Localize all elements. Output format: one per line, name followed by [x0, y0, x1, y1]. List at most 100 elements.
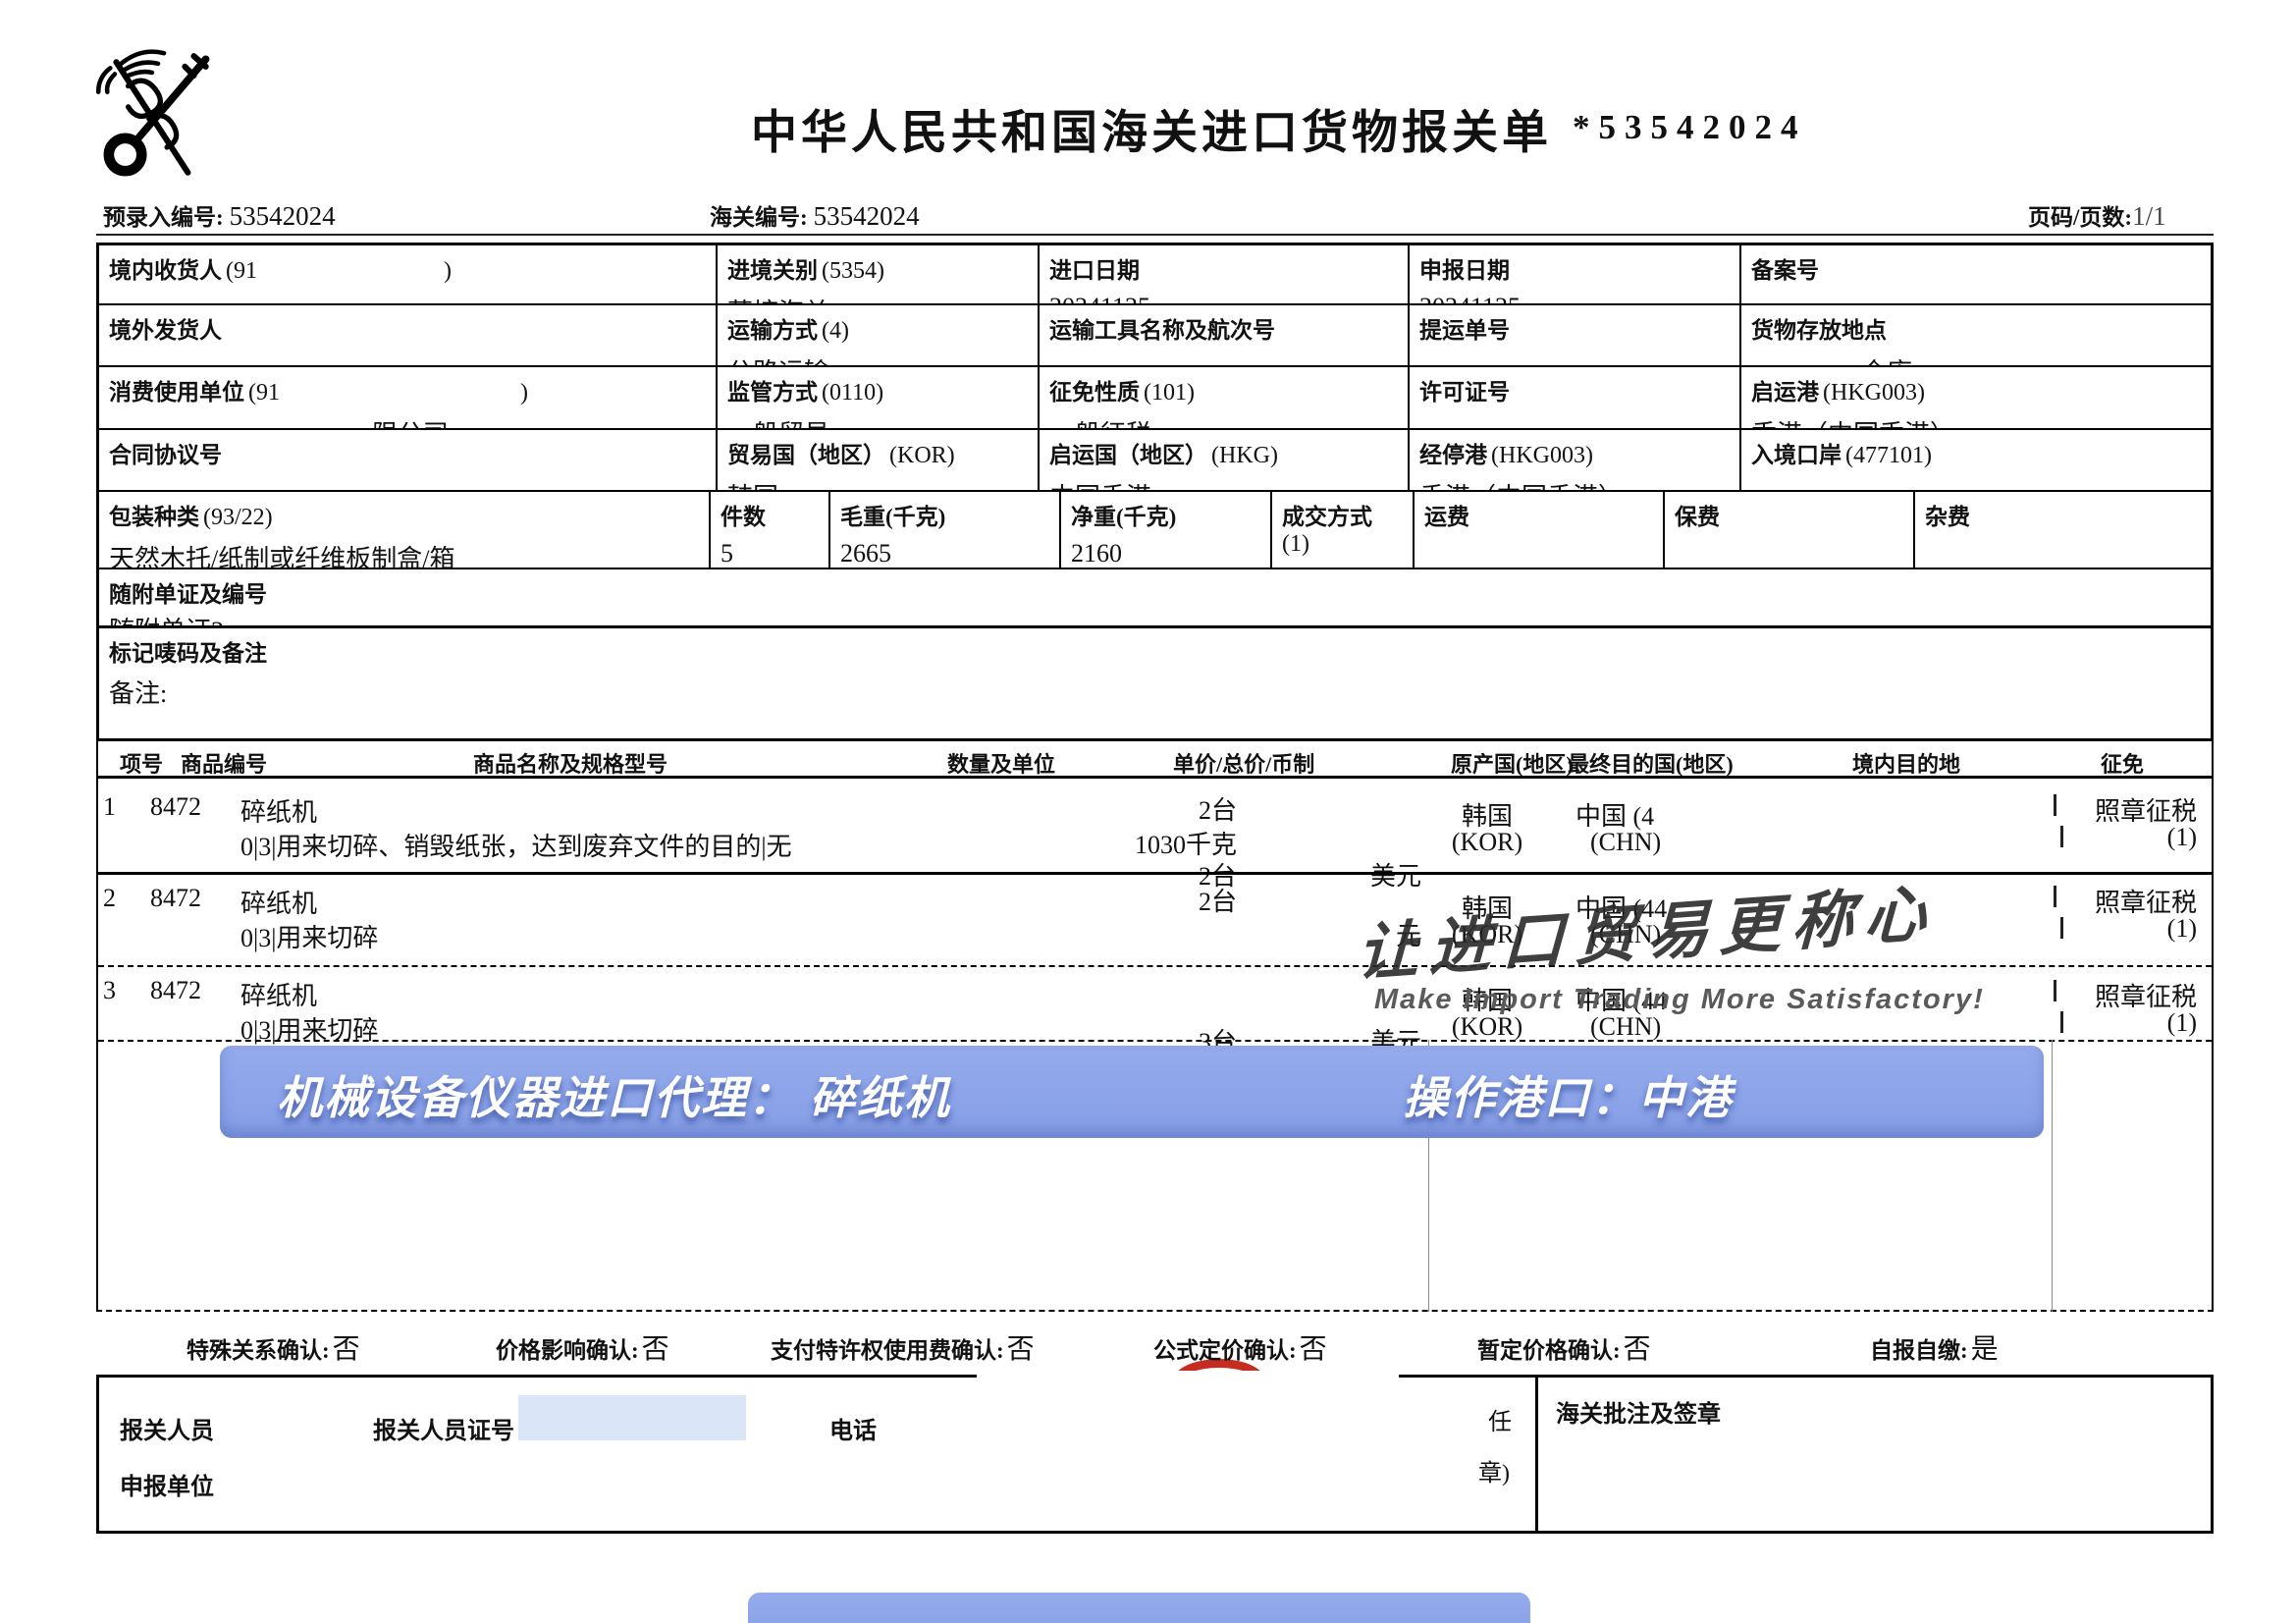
page-count-value: 1/1: [2132, 201, 2166, 231]
confirm-value: 是: [1971, 1327, 1999, 1367]
field-departure-country: 启运国（地区） (HKG) 中国香港: [1040, 430, 1410, 490]
package-count-label: 件数: [721, 505, 766, 529]
import-date-label: 进口日期: [1049, 258, 1140, 283]
field-package-count: 件数 5: [711, 492, 830, 568]
trade-country-code: (KOR): [889, 443, 955, 468]
field-record-number: 备案号: [1741, 245, 2211, 303]
pre-entry-label: 预录入编号:: [103, 205, 224, 230]
field-consumer-unit: 消费使用单位 (91) 限公司: [99, 367, 718, 428]
masked-text-fragment: [2054, 980, 2056, 1001]
item2-no: 2: [103, 884, 116, 913]
item1-name: 碎纸机: [240, 792, 317, 829]
entry-port-code: (477101): [1845, 443, 1932, 468]
masked-text-fragment: [2054, 886, 2056, 907]
field-transaction-mode: 成交方式 (1) CIF: [1272, 492, 1415, 568]
page-count: 页码/页数:1/1: [2028, 198, 2166, 232]
departure-port-code: (HKG003): [1823, 380, 1925, 406]
field-misc-fees: 杂费: [1915, 492, 2211, 568]
item3-origin-code: (KOR): [1423, 1012, 1551, 1042]
field-insurance: 保费: [1665, 492, 1915, 568]
supervision-mode-code: (0110): [822, 380, 883, 406]
item3-no: 3: [103, 976, 116, 1005]
field-packing-type: 包装种类 (93/22) 天然木托/纸制或纤维板制盒/箱: [99, 492, 711, 568]
attached-documents-value: 随附单证2:: [109, 611, 2201, 625]
field-net-weight: 净重(千克) 2160: [1061, 492, 1272, 568]
field-contract-number: 合同协议号: [99, 430, 718, 490]
field-freight: 运费: [1415, 492, 1665, 568]
confirm-formula-pricing: 公式定价确认:否: [1153, 1327, 1327, 1367]
pre-entry-number: 预录入编号: 53542024: [103, 198, 336, 232]
marks-remarks-value: 备注:: [109, 674, 2201, 710]
confirm-value: 否: [1007, 1327, 1035, 1367]
watermark-english: Make Import Trading More Satisfactory!: [1374, 984, 1985, 1016]
declaration-info-table: 境内收货人 (91) 进境关别 (5354) 莲塘海关 进口日期 2024112…: [96, 243, 2214, 741]
trade-country-label: 贸易国（地区）: [727, 443, 885, 467]
document-code: *53542024: [1573, 108, 1807, 147]
field-gross-weight: 毛重(千克) 2665: [830, 492, 1061, 568]
item2-spec: 0|3|用来切碎: [240, 918, 378, 954]
packing-type-value: 天然木托/纸制或纤维板制盒/箱: [109, 539, 699, 568]
departure-country-label: 启运国（地区）: [1049, 443, 1207, 467]
confirm-value: 否: [333, 1327, 360, 1367]
field-bill-number: 提运单号: [1410, 305, 1741, 365]
field-supervision-mode: 监管方式 (0110) 一般贸易: [718, 367, 1040, 428]
transit-port-code: (HKG003): [1491, 443, 1593, 468]
confirm-provisional-price: 暂定价格确认:否: [1477, 1327, 1651, 1367]
col-name-spec: 商品名称及规格型号: [473, 747, 667, 779]
item3-dest-code: (CHN): [1590, 1012, 1661, 1042]
contract-number-label: 合同协议号: [109, 443, 222, 467]
column-divider-line: [2052, 1040, 2053, 1312]
field-overseas-shipper: 境外发货人: [99, 305, 718, 365]
net-weight-value: 2160: [1071, 539, 1260, 568]
pre-entry-value: 53542024: [230, 201, 336, 231]
entry-customs-code: (5354): [822, 258, 884, 284]
masked-text-fragment: [2054, 794, 2056, 816]
partial-seal-text: 章): [1478, 1453, 1510, 1488]
levy-nature-value: 一般征税: [1049, 414, 1398, 428]
departure-country-value: 中国香港: [1049, 477, 1398, 490]
entry-port-label: 入境口岸: [1751, 443, 1842, 467]
col-levy-exempt: 征免: [2101, 747, 2144, 779]
masked-text-fragment: [2060, 1011, 2063, 1033]
field-transit-port: 经停港 (HKG003) 香港（中国香港）: [1410, 430, 1741, 490]
confirm-label: 特殊关系确认:: [187, 1331, 330, 1365]
field-levy-nature: 征免性质 (101) 一般征税: [1040, 367, 1410, 428]
confirm-price-influence: 价格影响确认:否: [496, 1327, 669, 1367]
trade-country-value: 韩国: [727, 477, 1028, 490]
field-attached-documents: 随附单证及编号 随附单证2:: [99, 569, 2211, 625]
customs-number-label: 海关编号:: [710, 205, 808, 230]
transaction-mode-code: (1): [1282, 531, 1309, 557]
confirm-royalty-payment: 支付特许权使用费确认:否: [771, 1327, 1035, 1367]
transport-mode-code: (4): [822, 318, 849, 344]
license-number-label: 许可证号: [1419, 380, 1510, 405]
field-import-date: 进口日期 20241125: [1040, 245, 1410, 303]
field-vessel-voyage: 运输工具名称及航次号: [1040, 305, 1410, 365]
item-separator-dashed: [98, 1040, 2212, 1042]
confirm-special-relation: 特殊关系确认:否: [187, 1327, 360, 1367]
declare-date-value: 20241125: [1419, 293, 1730, 303]
field-trade-country: 贸易国（地区） (KOR) 韩国: [718, 430, 1040, 490]
bottom-blue-bar: [748, 1593, 1530, 1623]
customs-note-label: 海关批注及签章: [1556, 1394, 1721, 1429]
field-marks-remarks: 标记唛码及备注 备注:: [99, 628, 2211, 736]
entry-customs-value: 莲塘海关: [727, 293, 1028, 303]
transport-mode-value: 公路运输: [727, 352, 1028, 365]
field-entry-customs: 进境关别 (5354) 莲塘海关: [718, 245, 1040, 303]
page-count-label: 页码/页数:: [2028, 205, 2132, 230]
declare-unit-label: 申报单位: [120, 1467, 214, 1501]
consumer-unit-code: (91: [248, 380, 280, 406]
col-domestic-dest: 境内目的地: [1852, 747, 1960, 779]
partial-legal-text: 任: [1488, 1402, 1512, 1436]
confirm-value: 否: [1624, 1327, 1651, 1367]
declarant-id-label: 报关人员证号: [373, 1411, 514, 1445]
header-divider: [96, 234, 2214, 236]
record-number-label: 备案号: [1751, 258, 1819, 283]
consumer-unit-value: 限公司: [372, 414, 706, 428]
footer-divider: [1535, 1378, 1538, 1531]
item1-no: 1: [103, 792, 116, 822]
packing-type-code: (93/22): [203, 505, 273, 530]
package-count-value: 5: [721, 539, 819, 568]
item-separator-dashed: [98, 965, 2212, 967]
banner-text-left: 机械设备仪器进口代理： 碎纸机: [277, 1062, 951, 1127]
confirm-self-declare-pay: 自报自缴:是: [1870, 1327, 1999, 1367]
